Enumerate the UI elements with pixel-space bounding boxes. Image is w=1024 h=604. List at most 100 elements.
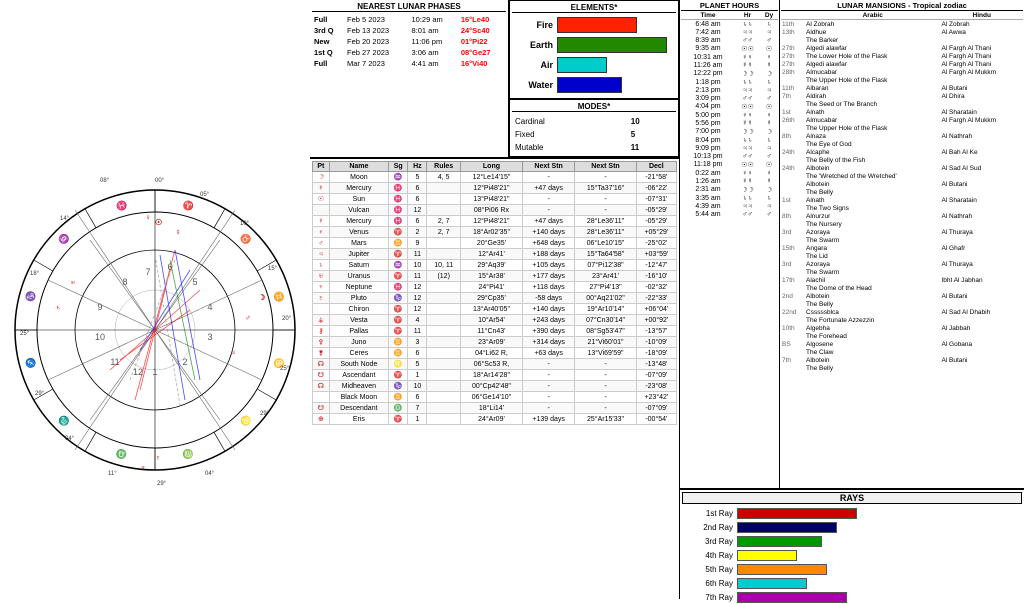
planet-hour-row: 9:35 am ☉☉ ☉: [681, 44, 778, 53]
lm-num: [781, 220, 805, 228]
planet-hz: 6: [408, 392, 427, 403]
planet-hz: 10: [408, 381, 427, 392]
planet-hz: 1: [408, 414, 427, 425]
ph-time: 4:39 am: [681, 202, 735, 210]
ph-dy: ♀: [760, 169, 778, 177]
lm-arabic: The Belly: [805, 364, 940, 372]
phase-name: 3rd Q: [312, 25, 345, 36]
planet-long: 04°Li62 R,: [460, 348, 522, 359]
planet-name: Ceres: [329, 348, 388, 359]
planet-stn2: 07°Pi12'38": [575, 260, 636, 271]
planet-sg: ♊: [388, 238, 407, 249]
lm-arabic: Algedi alawfar: [805, 44, 940, 52]
planet-hour-row: 10:31 am ♀♀ ♀: [681, 53, 778, 61]
lunar-mansion-row: 22nd Csssssblca Al Sad Al Dhabih: [781, 308, 1023, 316]
modes-section: MODES* Cardinal 10 Fixed 5 Mutable 11: [509, 99, 679, 157]
planet-stn1: +118 days: [522, 282, 574, 293]
planet-decl: -18°09': [636, 348, 676, 359]
lunar-mansion-row: 15th Angara Al Ghafr: [781, 244, 1023, 252]
lunar-mansion-row: The Two Signs: [781, 204, 1023, 212]
ph-time: 2:13 pm: [681, 86, 735, 94]
planet-hour-row: 3:09 pm ♂♂ ♂: [681, 94, 778, 102]
ray-row: 5th Ray: [682, 563, 1022, 576]
svg-text:4: 4: [207, 302, 212, 312]
lm-hindu: Al Awwa: [940, 28, 1023, 36]
ph-hr: ♃♃: [735, 28, 760, 36]
ph-dy: ☽: [760, 69, 778, 78]
svg-text:14°: 14°: [60, 216, 70, 222]
planet-long: 15°Ar38': [460, 271, 522, 282]
ph-dy: ♃: [760, 202, 778, 210]
planet-sg: ♊: [388, 392, 407, 403]
svg-text:☽: ☽: [258, 293, 265, 302]
planet-hour-row: 8:39 am ♂♂ ♂: [681, 36, 778, 44]
ph-time-header: Time: [681, 12, 735, 20]
lm-hindu: Al Ghafr: [940, 244, 1023, 252]
planet-table: PtNameSgHzRulesLongNext StnNext StnDecl …: [312, 161, 677, 425]
lm-num: 22nd: [781, 308, 805, 316]
lm-num: 27th: [781, 60, 805, 68]
planet-symbol: [313, 392, 330, 403]
mode-row: Cardinal 10: [512, 115, 676, 128]
lm-hindu: Al Jabbah: [940, 324, 1023, 332]
ph-time: 8:04 pm: [681, 136, 735, 144]
ray-row: 7th Ray: [682, 591, 1022, 604]
planet-name: Vesta: [329, 315, 388, 326]
lunar-mansion-row: The Belly: [781, 188, 1023, 196]
lunar-mansion-row: The Forehead: [781, 332, 1023, 340]
ph-time: 1:26 am: [681, 177, 735, 185]
planet-row: ⚴ Juno ♊ 3 23°Ar09' +314 days 21°Vi60'01…: [313, 337, 677, 348]
lm-arabic: Algosene: [805, 340, 940, 348]
lm-hindu: [940, 188, 1023, 196]
planet-sg: ♌: [388, 359, 407, 370]
planet-long: 24°Ar09': [460, 414, 522, 425]
lm-hindu: Al Sad Al Sud: [940, 164, 1023, 172]
planet-rules: [427, 381, 461, 392]
lm-num-header: [781, 12, 805, 20]
lunar-mansion-row: The Belly: [781, 364, 1023, 372]
svg-text:25°: 25°: [280, 366, 290, 372]
planet-decl: -05°29': [636, 205, 676, 216]
lm-num: 7th: [781, 92, 805, 100]
planet-decl: +00°92': [636, 315, 676, 326]
lunar-mansion-row: 27th Algedi alawfar Al Fargh Al Thani: [781, 60, 1023, 68]
planet-decl: -07°09': [636, 403, 676, 414]
planet-hz: 12: [408, 304, 427, 315]
planet-symbol: ♆: [313, 282, 330, 293]
ph-time: 3:35 am: [681, 194, 735, 202]
lm-hindu: Al Thuraya: [940, 260, 1023, 268]
ray-bar: [737, 536, 822, 547]
svg-text:05°: 05°: [200, 192, 210, 198]
planet-stn2: 07°Cn30'14": [575, 315, 636, 326]
ph-dy: ♃: [760, 86, 778, 94]
planet-decl: -13°48': [636, 359, 676, 370]
lm-hindu: Al Fargh Al Mukkm: [940, 68, 1023, 76]
planet-hour-row: 1:26 am ☿☿ ☿: [681, 177, 778, 185]
planet-stn2: -: [575, 370, 636, 381]
lm-hindu: [940, 172, 1023, 180]
planet-symbol: ♃: [313, 249, 330, 260]
lm-num: [781, 188, 805, 196]
planet-stn2: 08°Sg53'47": [575, 326, 636, 337]
lm-num: [781, 172, 805, 180]
element-row: Air: [512, 56, 676, 74]
lm-hindu: [940, 236, 1023, 244]
planet-row: Chiron ♈ 12 13°Ar40'05" +140 days 19°Ar1…: [313, 304, 677, 315]
lunar-mansions-table: Arabic Hindu 11th Al Zobrah Al Zobrah 13…: [781, 12, 1023, 372]
planet-rules: [427, 194, 461, 205]
ray-row: 1st Ray: [682, 507, 1022, 520]
ph-hr: ☽☽: [735, 185, 760, 194]
lm-hindu: Al Sharatain: [940, 196, 1023, 204]
planet-hour-row: 4:39 am ♃♃ ♃: [681, 202, 778, 210]
ph-time: 3:09 pm: [681, 94, 735, 102]
lunar-mansion-row: 17th Alachil Ibht Al Jabhan: [781, 276, 1023, 284]
lm-hindu: Al Butani: [940, 180, 1023, 188]
planet-col-header: Decl: [636, 162, 676, 172]
planet-sg: ♈: [388, 326, 407, 337]
planet-stn2: -: [575, 381, 636, 392]
planet-decl: +06°04': [636, 304, 676, 315]
planet-decl: -25°02': [636, 238, 676, 249]
lm-num: [781, 316, 805, 324]
lm-num: [781, 252, 805, 260]
lm-arabic: Albotein: [805, 292, 940, 300]
